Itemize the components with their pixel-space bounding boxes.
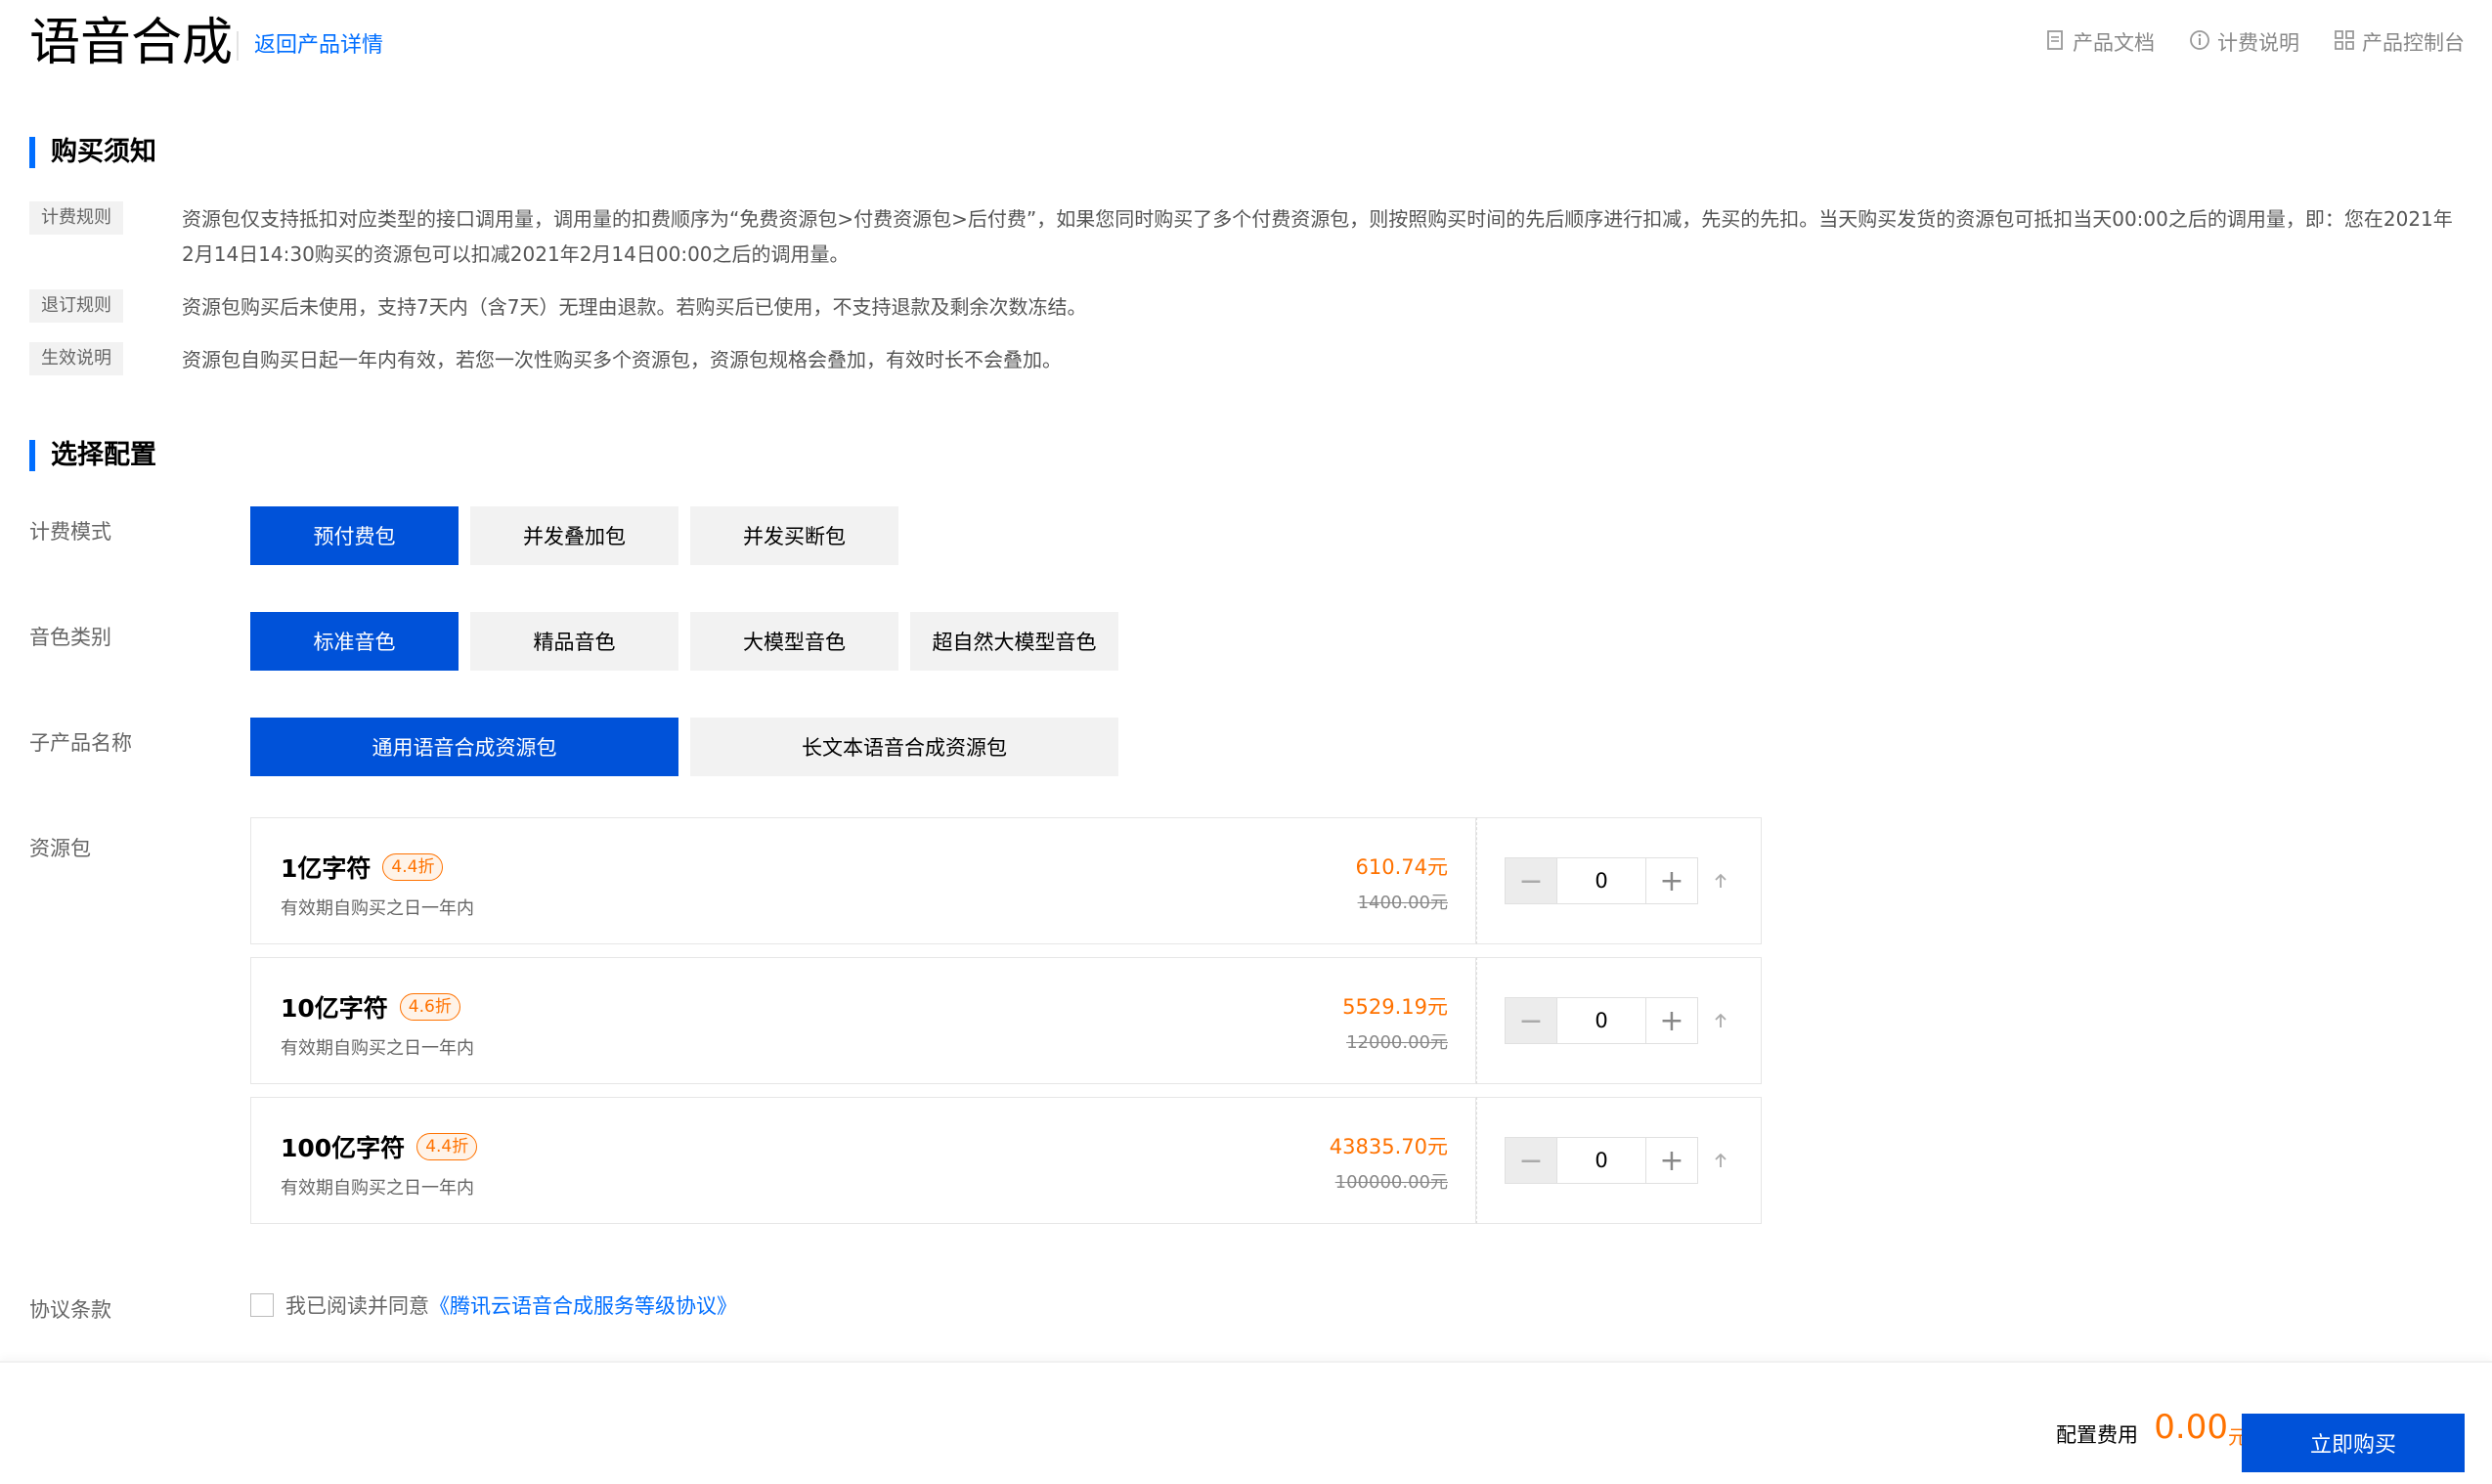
package-info: 10亿字符 4.6折 有效期自购买之日一年内 5529.19元 12000.00… (250, 957, 1476, 1084)
agreement-label: 协议条款 (29, 1298, 111, 1322)
sub-product-option[interactable]: 通用语音合成资源包 (250, 718, 678, 776)
document-icon (2043, 28, 2067, 57)
package-card: 100亿字符 4.4折 有效期自购买之日一年内 43835.70元 100000… (250, 1097, 1762, 1224)
product-docs-link[interactable]: 产品文档 (2043, 27, 2155, 57)
package-name: 10亿字符 4.6折 (281, 989, 460, 1025)
arrow-up-icon[interactable] (1708, 1148, 1733, 1173)
package-desc: 有效期自购买之日一年内 (281, 1178, 474, 1199)
grid-icon (2333, 28, 2356, 57)
arrow-up-icon[interactable] (1708, 1008, 1733, 1033)
billing-mode-option[interactable]: 并发叠加包 (470, 506, 678, 565)
package-original-price: 1400.00元 (1357, 893, 1448, 913)
package-quantity: − 0 + (1476, 957, 1762, 1084)
decrement-button[interactable]: − (1505, 997, 1557, 1044)
console-label: 产品控制台 (2362, 31, 2465, 55)
rule-tag: 退订规则 (29, 289, 123, 323)
rule-billing: 计费规则 资源包仅支持抵扣对应类型的接口调用量，调用量的扣费顺序为“免费资源包>… (29, 201, 2454, 272)
package-name: 1亿字符 4.4折 (281, 850, 444, 885)
quantity-stepper: − 0 + (1505, 997, 1733, 1044)
package-info: 100亿字符 4.4折 有效期自购买之日一年内 43835.70元 100000… (250, 1097, 1476, 1224)
fee-value: 0.00 (2154, 1408, 2228, 1447)
fee-label: 配置费用 (2056, 1423, 2138, 1447)
sub-product-options: 通用语音合成资源包 长文本语音合成资源包 (250, 718, 1118, 776)
console-link[interactable]: 产品控制台 (2333, 27, 2465, 57)
voice-type-option[interactable]: 标准音色 (250, 612, 459, 671)
back-to-product-link[interactable]: 返回产品详情 (237, 31, 383, 61)
packages-label: 资源包 (29, 837, 91, 860)
page-title: 语音合成 (29, 14, 234, 72)
discount-badge: 4.4折 (416, 1133, 478, 1160)
package-name: 100亿字符 4.4折 (281, 1129, 478, 1164)
rule-tag: 生效说明 (29, 342, 123, 375)
agreement-text: 我已阅读并同意 (285, 1294, 429, 1318)
info-icon (2188, 28, 2211, 57)
package-original-price: 100000.00元 (1334, 1172, 1448, 1193)
rule-text: 资源包购买后未使用，支持7天内（含7天）无理由退款。若购买后已使用，不支持退款及… (182, 295, 1087, 319)
voice-type-label: 音色类别 (29, 626, 111, 649)
decrement-button[interactable]: − (1505, 857, 1557, 904)
increment-button[interactable]: + (1645, 857, 1698, 904)
increment-button[interactable]: + (1645, 1137, 1698, 1184)
product-docs-label: 产品文档 (2073, 31, 2155, 55)
quantity-stepper: − 0 + (1505, 857, 1733, 904)
billing-mode-option[interactable]: 并发买断包 (690, 506, 898, 565)
package-card: 1亿字符 4.4折 有效期自购买之日一年内 610.74元 1400.00元 −… (250, 817, 1762, 944)
purchase-notice-title: 购买须知 (29, 137, 156, 168)
agreement-checkbox[interactable] (250, 1293, 274, 1317)
decrement-button[interactable]: − (1505, 1137, 1557, 1184)
package-card: 10亿字符 4.6折 有效期自购买之日一年内 5529.19元 12000.00… (250, 957, 1762, 1084)
billing-info-label: 计费说明 (2217, 31, 2299, 55)
agreement-row: 我已阅读并同意 《腾讯云语音合成服务等级协议》 (250, 1290, 737, 1320)
quantity-input[interactable]: 0 (1557, 857, 1645, 904)
voice-type-option[interactable]: 精品音色 (470, 612, 678, 671)
package-name-text: 100亿字符 (281, 1134, 406, 1162)
rule-text: 资源包自购买日起一年内有效，若您一次性购买多个资源包，资源包规格会叠加，有效时长… (182, 348, 1062, 371)
package-price: 5529.19元 (1342, 995, 1448, 1019)
discount-badge: 4.6折 (399, 993, 460, 1021)
billing-mode-label: 计费模式 (29, 520, 111, 544)
package-info: 1亿字符 4.4折 有效期自购买之日一年内 610.74元 1400.00元 (250, 817, 1476, 944)
quantity-input[interactable]: 0 (1557, 1137, 1645, 1184)
package-name-text: 1亿字符 (281, 854, 372, 883)
config-title: 选择配置 (29, 440, 156, 471)
voice-type-option[interactable]: 超自然大模型音色 (910, 612, 1118, 671)
increment-button[interactable]: + (1645, 997, 1698, 1044)
package-desc: 有效期自购买之日一年内 (281, 898, 474, 919)
discount-badge: 4.4折 (382, 853, 444, 881)
voice-type-options: 标准音色 精品音色 大模型音色 超自然大模型音色 (250, 612, 1118, 671)
package-price: 43835.70元 (1329, 1135, 1448, 1158)
quantity-input[interactable]: 0 (1557, 997, 1645, 1044)
checkout-bar: 配置费用 0.00 元 立即购买 (0, 1361, 2492, 1484)
buy-now-button[interactable]: 立即购买 (2242, 1414, 2465, 1472)
package-quantity: − 0 + (1476, 1097, 1762, 1224)
billing-info-link[interactable]: 计费说明 (2188, 27, 2299, 57)
sub-product-option[interactable]: 长文本语音合成资源包 (690, 718, 1118, 776)
rule-refund: 退订规则 资源包购买后未使用，支持7天内（含7天）无理由退款。若购买后已使用，不… (29, 289, 2454, 325)
quantity-stepper: − 0 + (1505, 1137, 1733, 1184)
rule-text: 资源包仅支持抵扣对应类型的接口调用量，调用量的扣费顺序为“免费资源包>付费资源包… (182, 207, 2453, 266)
agreement-link[interactable]: 《腾讯云语音合成服务等级协议》 (429, 1290, 737, 1320)
billing-mode-option[interactable]: 预付费包 (250, 506, 459, 565)
sub-product-label: 子产品名称 (29, 731, 132, 755)
rule-tag: 计费规则 (29, 201, 123, 235)
header-links: 产品文档 计费说明 产品控制台 (2043, 27, 2465, 57)
package-original-price: 12000.00元 (1346, 1032, 1448, 1053)
package-name-text: 10亿字符 (281, 994, 388, 1023)
arrow-up-icon[interactable] (1708, 868, 1733, 894)
package-quantity: − 0 + (1476, 817, 1762, 944)
package-price: 610.74元 (1355, 855, 1448, 879)
voice-type-option[interactable]: 大模型音色 (690, 612, 898, 671)
billing-mode-options: 预付费包 并发叠加包 并发买断包 (250, 506, 898, 565)
rule-effective: 生效说明 资源包自购买日起一年内有效，若您一次性购买多个资源包，资源包规格会叠加… (29, 342, 2454, 377)
package-desc: 有效期自购买之日一年内 (281, 1038, 474, 1059)
